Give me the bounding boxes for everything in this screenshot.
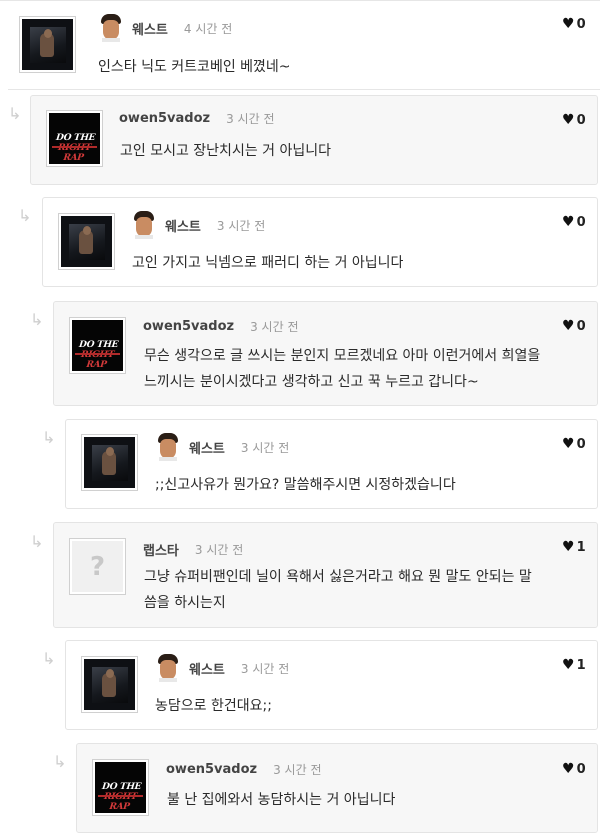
comment-time: 3 시간 전 (240, 661, 290, 676)
comment-text: 고인 가지고 닉넴으로 패러디 하는 거 아닙니다 (132, 255, 404, 271)
comment-0: 웨스트 4 시간 전 인스타 닉도 커트코베인 베꼈네~ ♥ 0 (8, 2, 600, 90)
heart-icon: ♥ (562, 112, 575, 128)
comment-text: 무슨 생각으로 글 쓰시는 분인지 모르겠네요 아마 이런거에서 희열을 느끼시… (144, 343, 540, 395)
heart-icon: ♥ (562, 539, 575, 555)
user-avatar[interactable] (81, 434, 138, 491)
like-count: 1 (576, 539, 586, 555)
comment-1: DO THE RIGHT RAP owen5vadoz 3 시간 전 고인 모시… (30, 95, 598, 185)
comment-text: 그냥 슈퍼비팬인데 닐이 욕해서 싫은거라고 해요 뭔 말도 안되는 말 씀을 … (144, 564, 532, 616)
comment-text: 고인 모시고 장난치시는 거 아닙니다 (120, 143, 331, 159)
placeholder-question-icon: ? (89, 552, 106, 582)
profile-face-icon (157, 654, 179, 682)
like-button[interactable]: ♥ 1 (562, 657, 586, 673)
comment-time: 3 시간 전 (226, 112, 275, 126)
profile-face-icon (133, 211, 155, 239)
comment-text: 인스타 닉도 커트코베인 베꼈네~ (98, 59, 291, 75)
like-count: 0 (576, 112, 586, 128)
reply-arrow-icon: ↳ (30, 532, 44, 551)
like-button[interactable]: ♥ 1 (562, 539, 586, 555)
comment-time: 3 시간 전 (216, 218, 266, 233)
comment-text: 농담으로 한건대요;; (155, 698, 272, 714)
like-count: 0 (576, 761, 586, 777)
comment-6: 웨스트 3 시간 전 농담으로 한건대요;; ♥ 1 (65, 640, 598, 730)
user-avatar[interactable] (58, 213, 115, 270)
user-avatar[interactable]: ? (69, 538, 126, 595)
comment-text-line: 느끼시는 분이시겠다고 생각하고 신고 꾹 누르고 갑니다~ (144, 374, 479, 390)
comment-time: 3 시간 전 (250, 320, 299, 334)
comment-time: 3 시간 전 (194, 543, 244, 557)
heart-icon: ♥ (562, 657, 575, 673)
comment-2: 웨스트 3 시간 전 고인 가지고 닉넴으로 패러디 하는 거 아닙니다 ♥ 0 (42, 197, 598, 287)
like-button[interactable]: ♥ 0 (562, 16, 586, 32)
author-name[interactable]: 웨스트 (165, 216, 201, 235)
like-count: 1 (576, 657, 586, 673)
comment-text-line: 그냥 슈퍼비팬인데 닐이 욕해서 싫은거라고 해요 뭔 말도 안되는 말 (144, 569, 532, 585)
comment-time: 3 시간 전 (240, 440, 290, 455)
user-avatar[interactable] (19, 16, 76, 73)
like-count: 0 (576, 318, 586, 334)
like-button[interactable]: ♥ 0 (562, 112, 586, 128)
comment-4: 웨스트 3 시간 전 ;;신고사유가 뭔가요? 말씀해주시면 시정하겠습니다 ♥… (65, 419, 598, 509)
author-name[interactable]: 웨스트 (189, 438, 225, 457)
comment-time: 3 시간 전 (273, 763, 322, 777)
profile-face-icon (157, 433, 179, 461)
like-button[interactable]: ♥ 0 (562, 761, 586, 777)
comment-text: 불 난 집에와서 농담하시는 거 아닙니다 (167, 792, 396, 808)
author-name[interactable]: owen5vadoz (166, 762, 257, 777)
top-divider (0, 0, 600, 1)
comment-text: ;;신고사유가 뭔가요? 말씀해주시면 시정하겠습니다 (155, 477, 456, 493)
reply-arrow-icon: ↳ (42, 428, 56, 447)
heart-icon: ♥ (562, 761, 575, 777)
author-name[interactable]: owen5vadoz (119, 111, 210, 126)
reply-arrow-icon: ↳ (42, 649, 56, 668)
like-count: 0 (576, 16, 586, 32)
reply-arrow-icon: ↳ (8, 104, 22, 123)
author-name[interactable]: 웨스트 (132, 19, 168, 38)
author-name[interactable]: 웨스트 (189, 659, 225, 678)
profile-face-icon (100, 14, 122, 42)
user-avatar[interactable]: DO THE RIGHT RAP (46, 110, 103, 167)
author-name[interactable]: owen5vadoz (143, 319, 234, 334)
user-avatar[interactable] (81, 656, 138, 713)
like-button[interactable]: ♥ 0 (562, 436, 586, 452)
comment-text-line: 씀을 하시는지 (144, 595, 226, 611)
heart-icon: ♥ (562, 16, 575, 32)
comment-5: ? 랩스타 3 시간 전 그냥 슈퍼비팬인데 닐이 욕해서 싫은거라고 해요 뭔… (53, 522, 598, 628)
comment-time: 4 시간 전 (183, 21, 233, 36)
comment-7: DO THE RIGHT RAP owen5vadoz 3 시간 전 불 난 집… (76, 743, 598, 833)
reply-arrow-icon: ↳ (18, 206, 32, 225)
comment-3: DO THE RIGHT RAP owen5vadoz 3 시간 전 무슨 생각… (53, 301, 598, 406)
heart-icon: ♥ (562, 436, 575, 452)
like-count: 0 (576, 214, 586, 230)
heart-icon: ♥ (562, 214, 575, 230)
user-avatar[interactable]: DO THE RIGHT RAP (69, 317, 126, 374)
like-button[interactable]: ♥ 0 (562, 318, 586, 334)
user-avatar[interactable]: DO THE RIGHT RAP (92, 759, 149, 816)
like-button[interactable]: ♥ 0 (562, 214, 586, 230)
author-name[interactable]: 랩스타 (143, 540, 179, 559)
heart-icon: ♥ (562, 318, 575, 334)
reply-arrow-icon: ↳ (30, 310, 44, 329)
comment-text-line: 무슨 생각으로 글 쓰시는 분인지 모르겠네요 아마 이런거에서 희열을 (144, 348, 541, 364)
like-count: 0 (576, 436, 586, 452)
reply-arrow-icon: ↳ (53, 752, 67, 771)
